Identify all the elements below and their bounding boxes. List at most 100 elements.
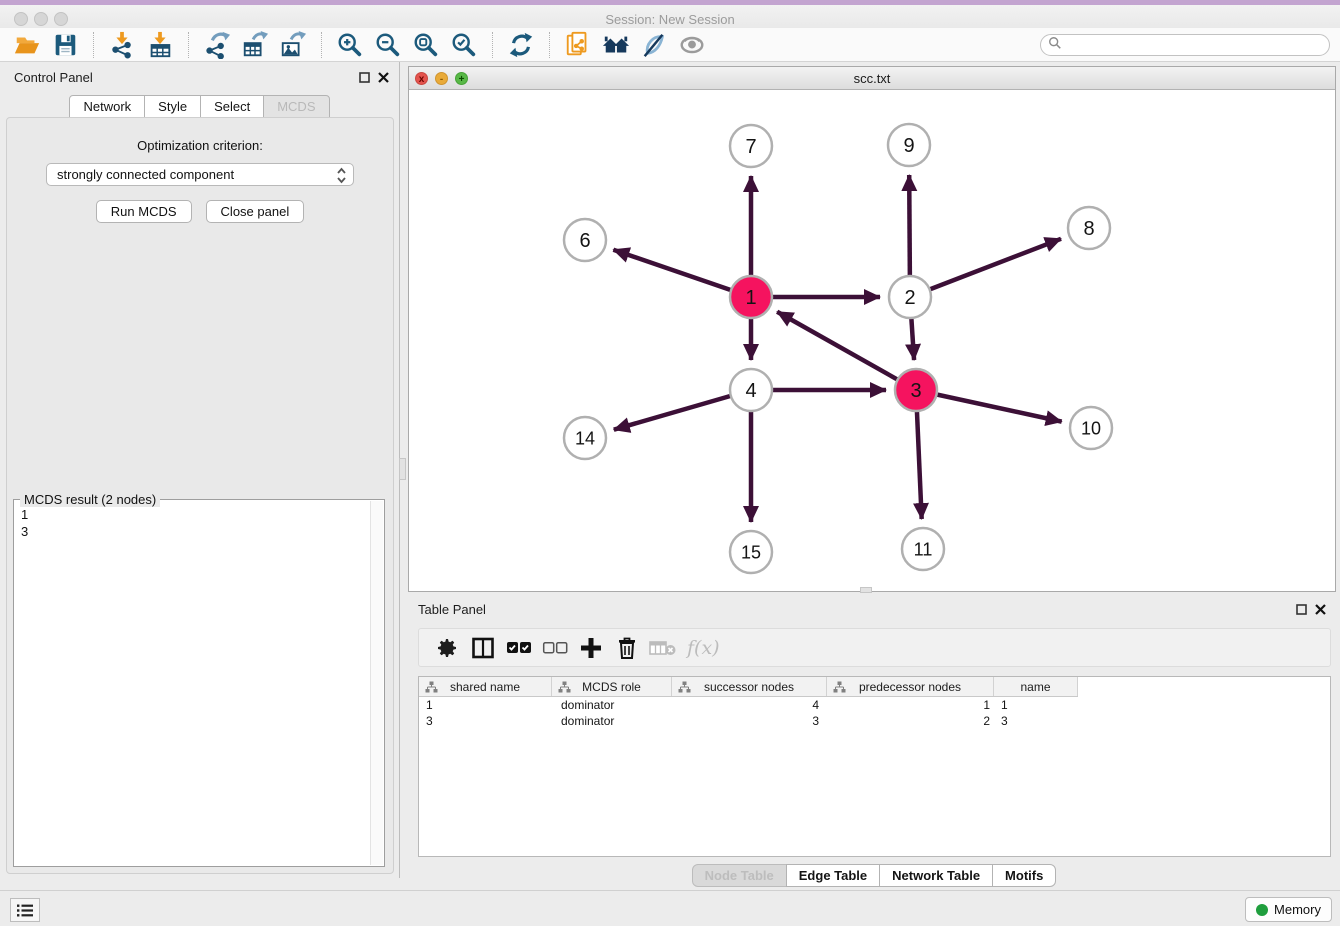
float-panel-icon[interactable] bbox=[1296, 602, 1307, 620]
graph-node[interactable]: 14 bbox=[564, 417, 606, 459]
delete-column-trash-icon[interactable] bbox=[609, 633, 645, 663]
table-cell[interactable]: dominator bbox=[552, 713, 672, 729]
close-panel-button[interactable]: Close panel bbox=[206, 200, 305, 223]
split-columns-icon[interactable] bbox=[465, 633, 501, 663]
graph-edge[interactable] bbox=[910, 239, 1061, 297]
graphics-details-icon[interactable] bbox=[637, 30, 671, 60]
import-network-icon[interactable] bbox=[105, 30, 139, 60]
network-view-window: scc.txt x - + 7 9 6 8 1 2 4 3 14 10 15 11 bbox=[408, 66, 1336, 592]
tab-select[interactable]: Select bbox=[200, 95, 264, 118]
hide-selected-eye-icon[interactable] bbox=[675, 30, 709, 60]
search-input[interactable] bbox=[1040, 34, 1330, 56]
network-canvas[interactable]: 7 9 6 8 1 2 4 3 14 10 15 11 bbox=[409, 90, 1335, 591]
close-panel-icon[interactable] bbox=[1315, 602, 1326, 620]
refresh-layout-icon[interactable] bbox=[504, 30, 538, 60]
table-cell[interactable]: 3 bbox=[672, 713, 827, 729]
tab-edge-table[interactable]: Edge Table bbox=[786, 864, 880, 887]
function-builder-icon[interactable]: f(x) bbox=[687, 637, 720, 659]
result-scrollbar[interactable] bbox=[370, 501, 383, 865]
memory-label: Memory bbox=[1274, 902, 1321, 917]
graph-node[interactable]: 10 bbox=[1070, 407, 1112, 449]
column-header-successor-nodes[interactable]: successor nodes bbox=[672, 677, 827, 696]
save-session-icon[interactable] bbox=[48, 30, 82, 60]
table-cell[interactable]: 1 bbox=[994, 697, 1078, 713]
network-minimize-button[interactable]: - bbox=[435, 72, 448, 85]
table-cell[interactable]: 3 bbox=[994, 713, 1078, 729]
close-panel-icon[interactable] bbox=[378, 70, 389, 88]
table-row[interactable]: 3dominator323 bbox=[419, 713, 1330, 729]
graph-edge[interactable] bbox=[777, 312, 916, 390]
export-image-icon[interactable] bbox=[276, 30, 310, 60]
column-header-mcds-role[interactable]: MCDS role bbox=[552, 677, 672, 696]
select-all-columns-icon[interactable] bbox=[501, 633, 537, 663]
hierarchy-icon bbox=[833, 681, 846, 696]
network-window-titlebar[interactable]: scc.txt x - + bbox=[409, 67, 1335, 90]
first-neighbors-icon[interactable] bbox=[599, 30, 633, 60]
table-cell[interactable]: 1 bbox=[419, 697, 552, 713]
network-from-selection-icon[interactable] bbox=[561, 30, 595, 60]
graph-node-label: 9 bbox=[903, 135, 914, 157]
graph-node[interactable]: 1 bbox=[730, 276, 772, 318]
graph-node[interactable]: 7 bbox=[730, 125, 772, 167]
search-icon bbox=[1048, 36, 1062, 55]
horizontal-splitter-handle[interactable] bbox=[860, 587, 872, 593]
tab-style[interactable]: Style bbox=[144, 95, 201, 118]
deselect-all-columns-icon[interactable] bbox=[537, 633, 573, 663]
table-cell[interactable]: 1 bbox=[827, 697, 994, 713]
graph-node-label: 10 bbox=[1081, 418, 1101, 438]
add-column-icon[interactable] bbox=[573, 633, 609, 663]
panel-splitter-handle[interactable] bbox=[399, 458, 406, 480]
export-network-icon[interactable] bbox=[200, 30, 234, 60]
graph-node[interactable]: 15 bbox=[730, 531, 772, 573]
graph-node[interactable]: 8 bbox=[1068, 207, 1110, 249]
import-table-icon[interactable] bbox=[143, 30, 177, 60]
tab-motifs[interactable]: Motifs bbox=[992, 864, 1056, 887]
column-header-name[interactable]: name bbox=[994, 677, 1078, 696]
graph-node[interactable]: 4 bbox=[730, 369, 772, 411]
graph-node-label: 4 bbox=[745, 380, 756, 402]
float-panel-icon[interactable] bbox=[359, 70, 370, 88]
table-row[interactable]: 1dominator411 bbox=[419, 697, 1330, 713]
mcds-result-title: MCDS result (2 nodes) bbox=[20, 492, 160, 507]
table-cell[interactable]: 4 bbox=[672, 697, 827, 713]
zoom-fit-icon[interactable] bbox=[409, 30, 443, 60]
tab-node-table[interactable]: Node Table bbox=[692, 864, 787, 887]
network-close-button[interactable]: x bbox=[415, 72, 428, 85]
graph-node[interactable]: 11 bbox=[902, 528, 944, 570]
tab-mcds[interactable]: MCDS bbox=[263, 95, 329, 118]
table-cell[interactable]: 3 bbox=[419, 713, 552, 729]
graph-node[interactable]: 9 bbox=[888, 124, 930, 166]
toolbar-separator bbox=[321, 32, 322, 58]
status-bar: Memory bbox=[0, 890, 1340, 926]
graph-node[interactable]: 2 bbox=[889, 276, 931, 318]
zoom-selected-icon[interactable] bbox=[447, 30, 481, 60]
column-header-predecessor-nodes[interactable]: predecessor nodes bbox=[827, 677, 994, 696]
tab-network-table[interactable]: Network Table bbox=[879, 864, 993, 887]
mcds-result-text[interactable]: 1 3 bbox=[21, 506, 366, 862]
graph-node[interactable]: 3 bbox=[895, 369, 937, 411]
toolbar-separator bbox=[492, 32, 493, 58]
open-file-icon[interactable] bbox=[10, 30, 44, 60]
chevron-up-down-icon bbox=[336, 167, 347, 190]
table-settings-gear-icon[interactable] bbox=[429, 633, 465, 663]
graph-edge[interactable] bbox=[916, 390, 1062, 422]
network-zoom-button[interactable]: + bbox=[455, 72, 468, 85]
list-icon bbox=[16, 903, 34, 918]
memory-button[interactable]: Memory bbox=[1245, 897, 1332, 922]
zoom-out-icon[interactable] bbox=[371, 30, 405, 60]
table-toolbar: f(x) bbox=[418, 628, 1331, 667]
column-header-shared-name[interactable]: shared name bbox=[419, 677, 552, 696]
table-tabs: Node Table Edge Table Network Table Moti… bbox=[408, 864, 1340, 887]
graph-node[interactable]: 6 bbox=[564, 219, 606, 261]
run-mcds-button[interactable]: Run MCDS bbox=[96, 200, 192, 223]
export-table-icon[interactable] bbox=[238, 30, 272, 60]
delete-table-icon[interactable] bbox=[645, 633, 681, 663]
optimization-criterion-select[interactable]: strongly connected component bbox=[46, 163, 354, 186]
toolbar-separator bbox=[188, 32, 189, 58]
zoom-in-icon[interactable] bbox=[333, 30, 367, 60]
table-cell[interactable]: 2 bbox=[827, 713, 994, 729]
table-cell[interactable]: dominator bbox=[552, 697, 672, 713]
table-header-row: shared name MCDS role successor nodes pr… bbox=[419, 677, 1078, 697]
tab-network[interactable]: Network bbox=[69, 95, 145, 118]
task-history-button[interactable] bbox=[10, 898, 40, 922]
